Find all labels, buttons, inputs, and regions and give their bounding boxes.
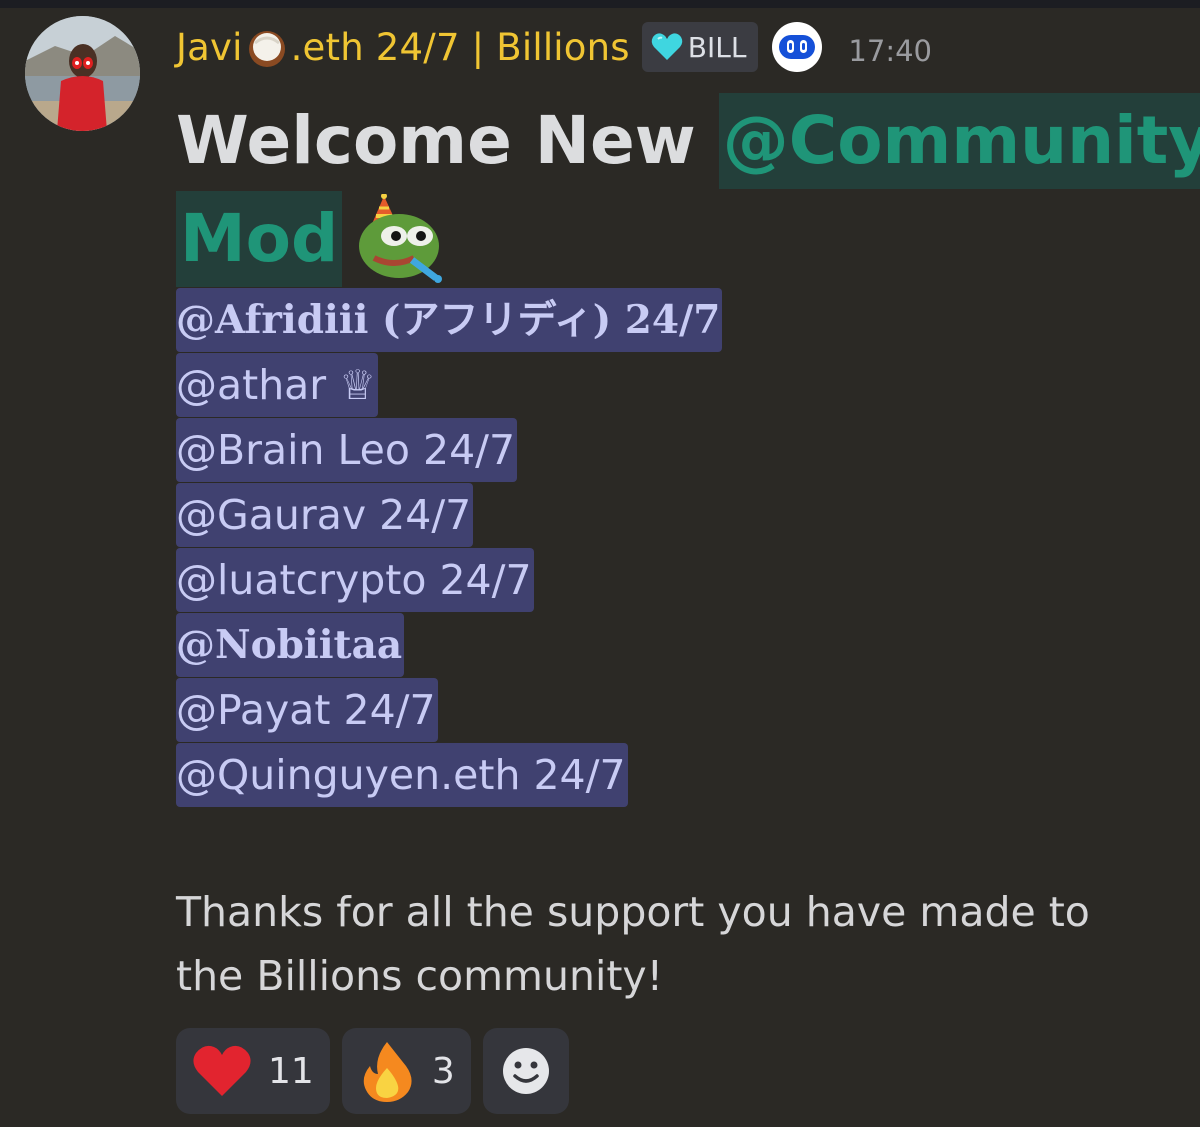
user-mention[interactable]: @Payat 24/7 (176, 678, 438, 742)
role-mention-mod[interactable]: Mod (176, 191, 343, 287)
role-mention-community[interactable]: @Community (718, 93, 1200, 189)
reactions-bar: 11 3 (176, 1028, 581, 1114)
user-mention[interactable]: @Gaurav 24/7 (176, 483, 474, 547)
fire-emoji (363, 1042, 412, 1102)
user-mention[interactable]: @luatcrypto 24/7 (176, 548, 534, 612)
username-part2: .eth 24/7 | Billions (290, 25, 630, 69)
bot-badge[interactable] (772, 22, 823, 72)
message-body-text: Thanks for all the support you have made… (176, 888, 1090, 1000)
headline-text: Welcome New (176, 102, 696, 179)
avatar-photo (25, 16, 140, 131)
reaction-fire[interactable]: 3 (341, 1028, 471, 1114)
smiley-add-reaction-icon (502, 1048, 549, 1094)
reaction-count: 3 (431, 1050, 455, 1092)
robot-face-icon (779, 35, 816, 59)
message-header: Javi .eth 24/7 | Billions BILL 17:40 (176, 18, 932, 76)
guild-tag-badge[interactable]: BILL (641, 22, 759, 72)
user-mention[interactable]: @Quinguyen.eth 24/7 (176, 743, 628, 807)
party-pepe-emoji[interactable] (354, 194, 446, 284)
username-part1: Javi (176, 25, 243, 69)
message-timestamp: 17:40 (848, 34, 932, 68)
reaction-count: 11 (268, 1050, 314, 1092)
coconut-icon (248, 31, 285, 67)
cyan-heart-icon (651, 33, 683, 60)
headline-line-2: Mod (176, 191, 446, 287)
add-reaction-button[interactable] (482, 1028, 569, 1114)
headline-line-1: Welcome New @Community (176, 93, 1200, 189)
user-mention[interactable]: @Afridiii (アフリディ) 24/7 (176, 288, 723, 352)
user-mention[interactable]: @athar ♕ (176, 353, 378, 417)
red-heart-emoji (193, 1045, 251, 1096)
user-mention[interactable]: @Nobiitaa (176, 613, 405, 677)
user-mentions-list: @Afridiii (アフリディ) 24/7 @athar ♕ @Brain L… (176, 288, 723, 808)
author-username[interactable]: Javi .eth 24/7 | Billions (176, 25, 630, 69)
user-mention[interactable]: @Brain Leo 24/7 (176, 418, 518, 482)
reaction-heart[interactable]: 11 (176, 1028, 330, 1114)
top-divider-bar (0, 0, 1200, 8)
tag-badge-label: BILL (687, 30, 747, 64)
author-avatar[interactable] (25, 16, 140, 131)
